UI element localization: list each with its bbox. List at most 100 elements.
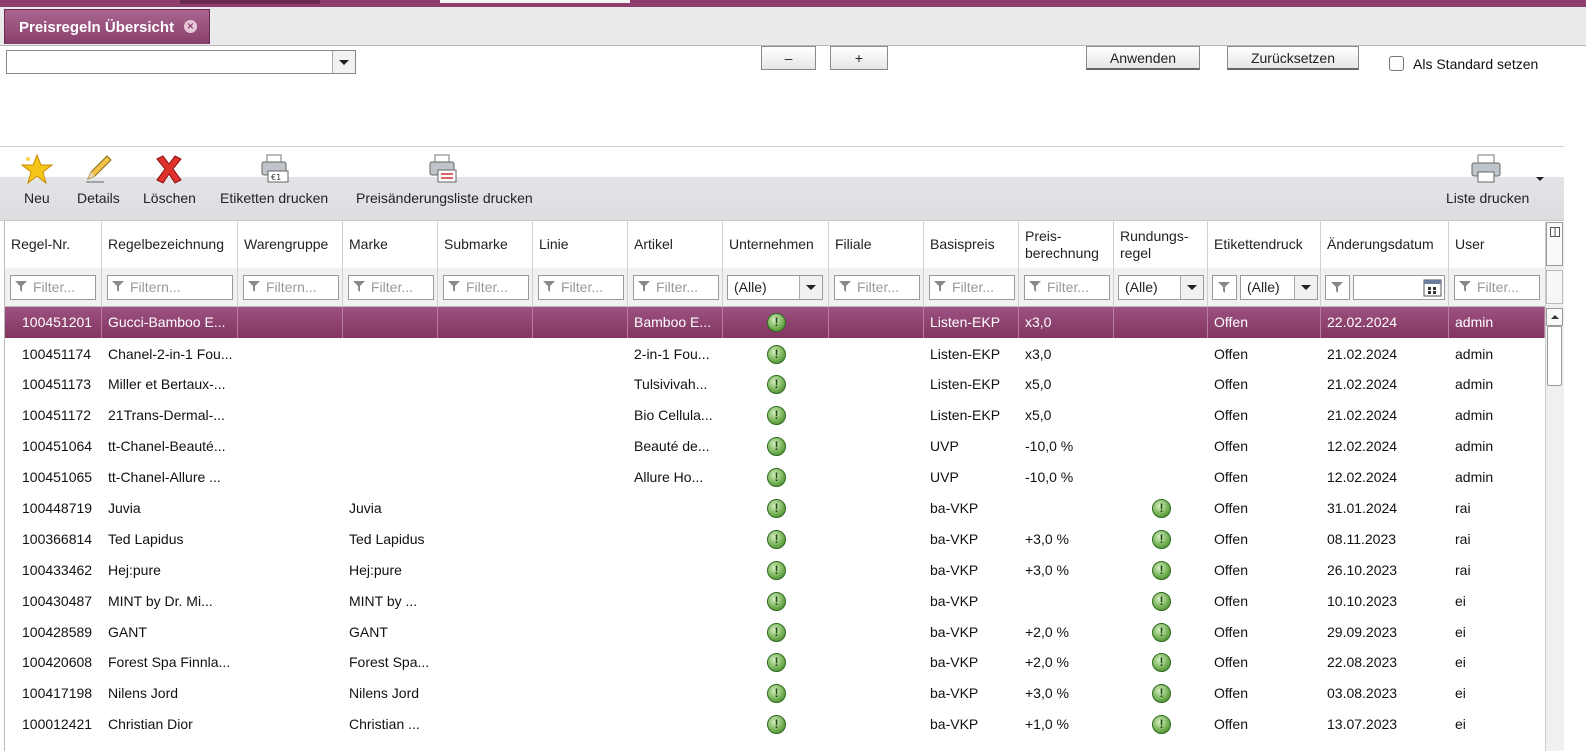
funnel-icon	[1459, 281, 1471, 292]
filter-cell	[1321, 268, 1449, 306]
cell-submarke	[438, 555, 533, 586]
header-preisberechnung[interactable]: Preis- berechnung	[1019, 221, 1114, 268]
table-row[interactable]: 100451173 Miller et Bertaux-... Tulsivivah…	[5, 369, 1545, 400]
filter-basispreis[interactable]: Filter...	[929, 275, 1015, 300]
table-row[interactable]: 100451174 Chanel-2-in-1 Fou... 2-in-1 Fou.…	[5, 339, 1545, 370]
table-row[interactable]: 100451201Gucci-Bamboo E... Bamboo E... Lis…	[5, 307, 1545, 338]
header-artikel[interactable]: Artikel	[628, 221, 723, 268]
cell-linie	[533, 400, 628, 431]
cell-rundungsregel	[1114, 431, 1208, 462]
header-user[interactable]: User	[1449, 221, 1545, 268]
filter-aenderungsdatum-input[interactable]	[1353, 275, 1445, 300]
cell-marke: Hej:pure	[349, 562, 402, 578]
chevron-down-icon[interactable]	[1536, 177, 1544, 181]
apply-button[interactable]: Anwenden	[1086, 46, 1200, 70]
filter-regelbezeichnung[interactable]: Filtern...	[107, 275, 233, 300]
cell-linie	[533, 493, 628, 524]
table-row[interactable]: 100451172 21Trans-Dermal-... Bio Cellula..…	[5, 400, 1545, 431]
filter-etikettendruck-select[interactable]: (Alle)	[1240, 275, 1318, 300]
close-icon[interactable]: ×	[184, 20, 197, 33]
cell-artikel: Tulsivivah...	[634, 376, 708, 392]
cell-linie	[533, 586, 628, 617]
table-row[interactable]: 100451064 tt-Chanel-Beauté... Beauté de...…	[5, 431, 1545, 462]
header-warengruppe[interactable]: Warengruppe	[238, 221, 343, 268]
cell-warengruppe	[238, 369, 343, 400]
cell-submarke	[438, 678, 533, 709]
header-regel-nr[interactable]: Regel-Nr.	[5, 221, 102, 268]
header-rundungsregel[interactable]: Rundungs- regel	[1114, 221, 1208, 268]
calendar-icon[interactable]	[1423, 278, 1442, 297]
filter-bar: – + Anwenden Zurücksetzen Als Standard s…	[0, 46, 1586, 147]
cell-basispreis: Listen-EKP	[930, 376, 1001, 392]
table-row[interactable]: 100433462 Hej:pure Hej:pure ba-VKP +3,0 % Off…	[5, 555, 1545, 586]
header-rundungsregel-line2: regel	[1120, 244, 1152, 261]
vertical-scrollbar[interactable]	[1545, 222, 1564, 751]
filter-preset-combo[interactable]	[6, 50, 356, 74]
cell-basispreis: ba-VKP	[930, 716, 979, 732]
scrollbar-thumb[interactable]	[1547, 326, 1562, 386]
filter-linie[interactable]: Filter...	[538, 275, 624, 300]
table-row[interactable]: 100417198 Nilens Jord Nilens Jord ba-VKP +3,…	[5, 678, 1545, 709]
column-chooser-button[interactable]	[1546, 222, 1563, 266]
header-aenderungsdatum[interactable]: Änderungsdatum	[1321, 221, 1449, 268]
cell-regel-nr: 100448719	[22, 500, 93, 516]
reset-button[interactable]: Zurücksetzen	[1227, 46, 1359, 70]
header-filiale[interactable]: Filiale	[829, 221, 924, 268]
header-submarke[interactable]: Submarke	[438, 221, 533, 268]
cell-etikettendruck: Offen	[1214, 346, 1248, 362]
chevron-down-icon[interactable]	[1180, 276, 1203, 299]
minus-button[interactable]: –	[761, 46, 816, 70]
cell-aenderungsdatum: 26.10.2023	[1327, 562, 1398, 578]
header-linie[interactable]: Linie	[533, 221, 628, 268]
cell-unternehmen	[723, 617, 829, 648]
status-ok-icon	[767, 592, 786, 611]
printer-list-icon	[429, 154, 457, 183]
tab-preisregeln[interactable]: Preisregeln Übersicht ×	[4, 9, 210, 44]
funnel-icon	[15, 281, 27, 292]
filter-marke[interactable]: Filter...	[348, 275, 434, 300]
cell-artikel: Bamboo E...	[628, 307, 723, 338]
cell-marke	[343, 307, 438, 338]
cell-regel-nr: 100420608	[22, 654, 93, 670]
table-row[interactable]: 100451065 tt-Chanel-Allure ... Allure Ho..…	[5, 462, 1545, 493]
chevron-down-icon[interactable]	[332, 51, 355, 73]
filter-submarke[interactable]: Filter...	[443, 275, 529, 300]
cell-user: admin	[1455, 469, 1494, 485]
filter-warengruppe[interactable]: Filtern...	[243, 275, 339, 300]
default-checkbox[interactable]	[1389, 56, 1404, 71]
cell-preisberechnung: x3,0	[1025, 346, 1052, 362]
table-row[interactable]: 100366814 Ted Lapidus Ted Lapidus ba-VKP +3,…	[5, 524, 1545, 555]
cell-filiale	[829, 709, 924, 740]
table-row[interactable]: 100428589 GANT GANT ba-VKP +2,0 % Offen 29.09.…	[5, 617, 1545, 648]
header-regelbezeichnung[interactable]: Regelbezeichnung	[102, 221, 238, 268]
filter-preisberechnung[interactable]: Filter...	[1024, 275, 1110, 300]
scroll-up-button[interactable]	[1546, 308, 1563, 326]
filter-artikel[interactable]: Filter...	[633, 275, 719, 300]
header-basispreis[interactable]: Basispreis	[924, 221, 1019, 268]
filter-user[interactable]: Filter...	[1454, 275, 1540, 300]
plus-button[interactable]: +	[830, 46, 888, 70]
filter-filiale[interactable]: Filter...	[834, 275, 920, 300]
cell-artikel: Allure Ho...	[634, 469, 704, 485]
table-row[interactable]: 100430487 MINT by Dr. Mi... MINT by ... ba-…	[5, 586, 1545, 617]
status-ok-icon	[1152, 561, 1171, 580]
filter-regel-nr[interactable]: Filter...	[10, 275, 96, 300]
filter-unternehmen-select[interactable]: (Alle)	[727, 275, 823, 300]
filter-cell: (Alle)	[1114, 268, 1208, 306]
filter-rundungsregel-select[interactable]: (Alle)	[1118, 275, 1204, 300]
header-preisberechnung-line2: berechnung	[1025, 244, 1099, 261]
cell-marke	[343, 339, 438, 370]
filter-aenderungsdatum-mode[interactable]	[1325, 275, 1350, 300]
filter-row: Filter... Filtern... Filtern... Filter..…	[5, 268, 1545, 307]
table-row[interactable]: 100012421 Christian Dior Christian ... ba-V…	[5, 709, 1545, 740]
header-etikettendruck[interactable]: Etikettendruck	[1208, 221, 1321, 268]
chevron-down-icon[interactable]	[1294, 276, 1317, 299]
header-marke[interactable]: Marke	[343, 221, 438, 268]
filter-etikettendruck-mode[interactable]	[1212, 275, 1237, 300]
chevron-down-icon[interactable]	[799, 276, 822, 299]
header-unternehmen[interactable]: Unternehmen	[723, 221, 829, 268]
cell-regelbezeichnung: Miller et Bertaux-...	[108, 376, 226, 392]
table-row[interactable]: 100448719 Juvia Juvia ba-VKP Offen 31.01.2024…	[5, 493, 1545, 524]
table-row[interactable]: 100420608 Forest Spa Finnla... Forest Spa.…	[5, 647, 1545, 678]
filter-cell: Filter...	[533, 268, 628, 306]
